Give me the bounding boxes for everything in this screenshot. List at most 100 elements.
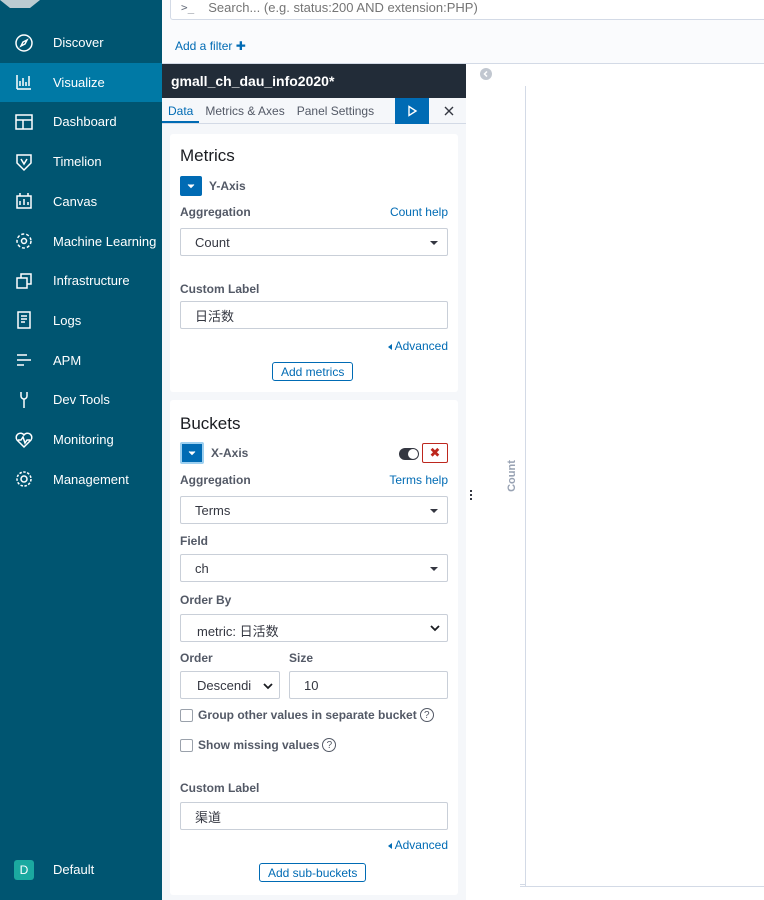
play-icon: [408, 105, 418, 117]
metric-advanced-toggle[interactable]: Advanced: [387, 339, 448, 353]
tab-metrics-axes[interactable]: Metrics & Axes: [199, 98, 290, 123]
handle-dot: [470, 490, 472, 492]
ml-icon: [14, 231, 34, 251]
nav-item-apm[interactable]: APM: [0, 341, 162, 380]
caret-down-icon: [430, 567, 438, 571]
metric-custom-label-input[interactable]: [180, 301, 448, 329]
nav-item-discover[interactable]: Discover: [0, 23, 162, 62]
size-label: Size: [289, 651, 314, 665]
canvas-icon: [14, 191, 34, 211]
order-select[interactable]: Descendi: [180, 671, 280, 699]
vis-editor-sidebar: gmall_ch_dau_info2020* Data Metrics & Ax…: [162, 64, 466, 900]
y-axis-label: Count: [505, 460, 518, 492]
buckets-panel: Buckets X-Axis ✖ Aggregation Terms help …: [170, 400, 458, 895]
disable-aggregation-toggle[interactable]: [399, 448, 419, 460]
group-other-checkbox[interactable]: [180, 708, 193, 722]
bucket-advanced-label: Advanced: [394, 838, 448, 852]
order-by-select[interactable]: metric: 日活数: [180, 614, 448, 642]
metric-aggregation-value: Count: [195, 235, 230, 250]
show-missing-checkbox[interactable]: [180, 738, 193, 752]
nav-item-label: APM: [53, 352, 82, 368]
nav-item-label: Timelion: [53, 154, 102, 170]
tab-data[interactable]: Data: [162, 98, 200, 123]
timelion-icon: [14, 152, 34, 172]
bucket-aggregation-select[interactable]: Terms: [180, 496, 448, 524]
chart-icon: [14, 72, 34, 92]
apply-changes-button[interactable]: [395, 98, 429, 124]
query-prompt-icon: >_: [181, 0, 195, 14]
show-missing-label: Show missing values: [198, 738, 320, 752]
x-axis-line: [520, 886, 764, 887]
remove-aggregation-button[interactable]: ✖: [422, 443, 448, 463]
visualization-canvas: [478, 64, 764, 900]
dashboard-icon: [14, 112, 34, 132]
question-icon[interactable]: ?: [322, 738, 337, 752]
collapse-x-axis-button[interactable]: [180, 442, 204, 464]
count-help-link[interactable]: Count help: [390, 205, 448, 219]
metric-aggregation-select[interactable]: Count: [180, 228, 448, 256]
space-avatar: D: [14, 859, 34, 880]
handle-dot: [470, 498, 472, 500]
nav-item-dev-tools[interactable]: Dev Tools: [0, 380, 162, 419]
nav-item-monitoring[interactable]: Monitoring: [0, 420, 162, 459]
bucket-advanced-toggle[interactable]: Advanced: [387, 838, 448, 852]
legend-collapse-button[interactable]: [480, 68, 492, 80]
collapse-y-axis-button[interactable]: [180, 176, 202, 196]
nav-item-label: Machine Learning: [53, 233, 157, 249]
order-by-value: metric: 日活数: [197, 624, 279, 639]
nav-item-timelion[interactable]: Timelion: [0, 142, 162, 181]
nav-item-label: Dev Tools: [53, 392, 110, 408]
nav-item-label: Dashboard: [53, 114, 117, 130]
editor-resize-handle[interactable]: [470, 490, 473, 500]
search-bar[interactable]: >_: [170, 0, 764, 20]
plus-icon: ✚: [235, 39, 246, 53]
infrastructure-icon: [14, 271, 34, 291]
size-input[interactable]: [289, 671, 448, 699]
nav-item-visualize[interactable]: Visualize: [0, 62, 162, 102]
tab-panel-settings[interactable]: Panel Settings: [291, 98, 380, 123]
add-filter-link[interactable]: Add a filter ✚: [175, 39, 246, 53]
group-other-label: Group other values in separate bucket: [198, 708, 417, 722]
terms-help-link[interactable]: Terms help: [389, 473, 448, 487]
order-by-label: Order By: [180, 593, 232, 607]
nav-item-canvas[interactable]: Canvas: [0, 182, 162, 221]
chevron-left-icon: [483, 70, 488, 78]
space-selector[interactable]: D Default: [0, 850, 162, 889]
close-editor-button[interactable]: [436, 98, 462, 124]
nav-item-label: Infrastructure: [53, 273, 130, 289]
bucket-aggregation-label: Aggregation: [180, 473, 251, 487]
nav-item-logs[interactable]: Logs: [0, 301, 162, 340]
add-metrics-button[interactable]: Add metrics: [272, 362, 354, 381]
search-input[interactable]: [208, 0, 709, 15]
caret-left-icon: [387, 343, 392, 350]
side-nav: Discover Visualize Dashboard Timelion Canvas…: [0, 0, 162, 900]
metric-aggregation-label: Aggregation: [180, 205, 251, 219]
logs-icon: [14, 310, 34, 330]
field-select[interactable]: ch: [180, 554, 448, 582]
apm-icon: [14, 350, 34, 370]
chevron-down-icon: [263, 683, 273, 690]
metrics-heading: Metrics: [180, 146, 235, 165]
index-pattern-title: gmall_ch_dau_info2020*: [162, 64, 466, 98]
nav-item-dashboard[interactable]: Dashboard: [0, 102, 162, 141]
buckets-heading: Buckets: [180, 414, 241, 433]
metrics-panel: Metrics Y-Axis Aggregation Count help Co…: [170, 134, 458, 392]
field-value: ch: [195, 561, 209, 576]
nav-item-management[interactable]: Management: [0, 460, 162, 499]
wrench-icon: [14, 390, 34, 410]
add-filter-label: Add a filter: [175, 39, 233, 53]
bucket-custom-label-input[interactable]: [180, 802, 448, 830]
order-value: Descendi: [197, 678, 252, 693]
y-axis-line: [525, 86, 526, 886]
chevron-down-icon: [430, 625, 440, 632]
cross-icon: ✖: [429, 445, 441, 460]
question-icon[interactable]: ?: [419, 708, 434, 722]
close-icon: [444, 106, 454, 116]
chevron-down-icon: [187, 184, 195, 189]
kibana-logo[interactable]: [0, 0, 40, 8]
add-sub-buckets-button[interactable]: Add sub-buckets: [259, 863, 367, 882]
nav-item-infrastructure[interactable]: Infrastructure: [0, 261, 162, 300]
nav-item-machine-learning[interactable]: Machine Learning: [0, 222, 162, 261]
bucket-aggregation-value: Terms: [195, 503, 231, 518]
nav-item-label: Visualize: [53, 74, 105, 90]
